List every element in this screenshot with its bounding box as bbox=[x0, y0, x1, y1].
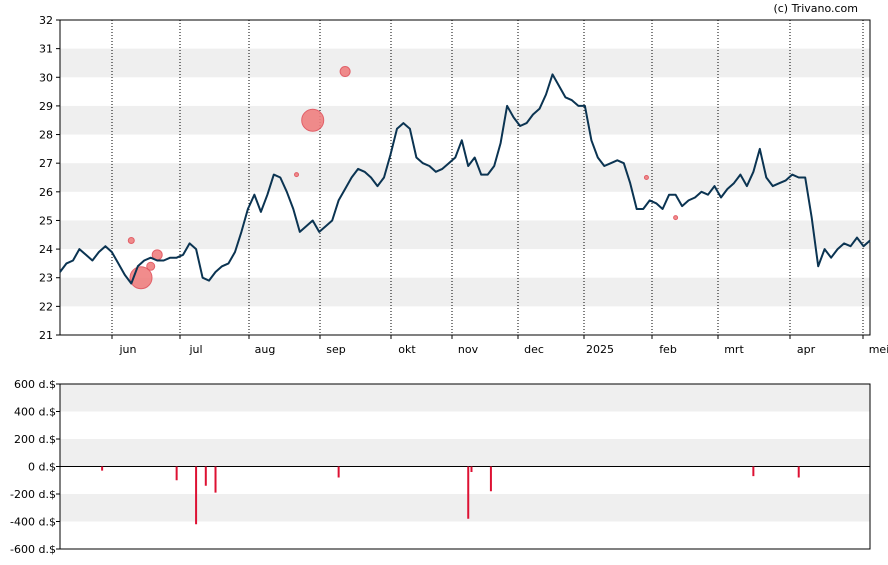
event-marker bbox=[301, 108, 325, 132]
event-marker bbox=[339, 66, 351, 78]
price-band bbox=[60, 163, 870, 192]
volume-y-tick-label: 0 d.$ bbox=[28, 461, 56, 474]
x-tick-label: jun bbox=[119, 343, 137, 356]
y-tick-label: 26 bbox=[39, 186, 53, 199]
volume-y-tick-label: -600 d.$ bbox=[10, 543, 56, 556]
y-tick-label: 27 bbox=[39, 157, 53, 170]
y-tick-label: 22 bbox=[39, 300, 53, 313]
y-tick-label: 25 bbox=[39, 214, 53, 227]
y-tick-label: 30 bbox=[39, 71, 53, 84]
y-tick-label: 28 bbox=[39, 129, 53, 142]
x-tick-label: nov bbox=[458, 343, 479, 356]
copyright-label: (c) Trivano.com bbox=[773, 2, 858, 15]
volume-y-tick-label: -400 d.$ bbox=[10, 516, 56, 529]
y-tick-label: 29 bbox=[39, 100, 53, 113]
x-tick-label: sep bbox=[326, 343, 345, 356]
stock-chart: jun jul aug sep okt nov dec 2025 feb mrt apr mei 21 2… bbox=[10, 14, 888, 556]
volume-y-tick-label: -200 d.$ bbox=[10, 488, 56, 501]
event-marker bbox=[643, 175, 649, 180]
event-marker bbox=[294, 172, 300, 178]
volume-bar bbox=[467, 466, 470, 519]
x-tick-label: 2025 bbox=[586, 343, 614, 356]
price-band bbox=[60, 277, 870, 307]
volume-bar bbox=[195, 466, 198, 525]
x-tick-label: jul bbox=[188, 343, 202, 356]
y-tick-label: 21 bbox=[39, 329, 53, 342]
volume-y-tick-label: 600 d.$ bbox=[14, 378, 56, 391]
x-tick-label: dec bbox=[524, 343, 544, 356]
x-tick-label: aug bbox=[255, 343, 276, 356]
volume-band bbox=[60, 384, 870, 412]
y-tick-label: 31 bbox=[39, 43, 53, 56]
volume-bar bbox=[489, 466, 492, 492]
volume-bar bbox=[797, 466, 800, 478]
y-tick-label: 24 bbox=[39, 243, 53, 256]
x-tick-label: mei bbox=[869, 343, 888, 356]
x-tick-label: apr bbox=[797, 343, 816, 356]
volume-bar bbox=[470, 466, 473, 472]
volume-bar bbox=[175, 466, 178, 481]
volume-y-tick-label: 400 d.$ bbox=[14, 406, 56, 419]
volume-bar bbox=[337, 466, 340, 478]
volume-bar bbox=[101, 466, 104, 471]
event-marker bbox=[146, 261, 156, 271]
volume-bar bbox=[204, 466, 207, 486]
volume-band bbox=[60, 494, 870, 522]
price-band bbox=[60, 48, 870, 78]
x-tick-label: okt bbox=[398, 343, 416, 356]
volume-band bbox=[60, 439, 870, 467]
x-tick-label: mrt bbox=[724, 343, 744, 356]
price-band bbox=[60, 105, 870, 135]
y-tick-label: 32 bbox=[39, 14, 53, 27]
event-marker bbox=[127, 237, 135, 244]
volume-y-tick-label: 200 d.$ bbox=[14, 433, 56, 446]
volume-bar bbox=[214, 466, 217, 493]
y-tick-label: 23 bbox=[39, 272, 53, 285]
event-marker bbox=[673, 215, 679, 221]
volume-bar bbox=[752, 466, 755, 477]
price-band bbox=[60, 220, 870, 250]
x-tick-label: feb bbox=[659, 343, 677, 356]
